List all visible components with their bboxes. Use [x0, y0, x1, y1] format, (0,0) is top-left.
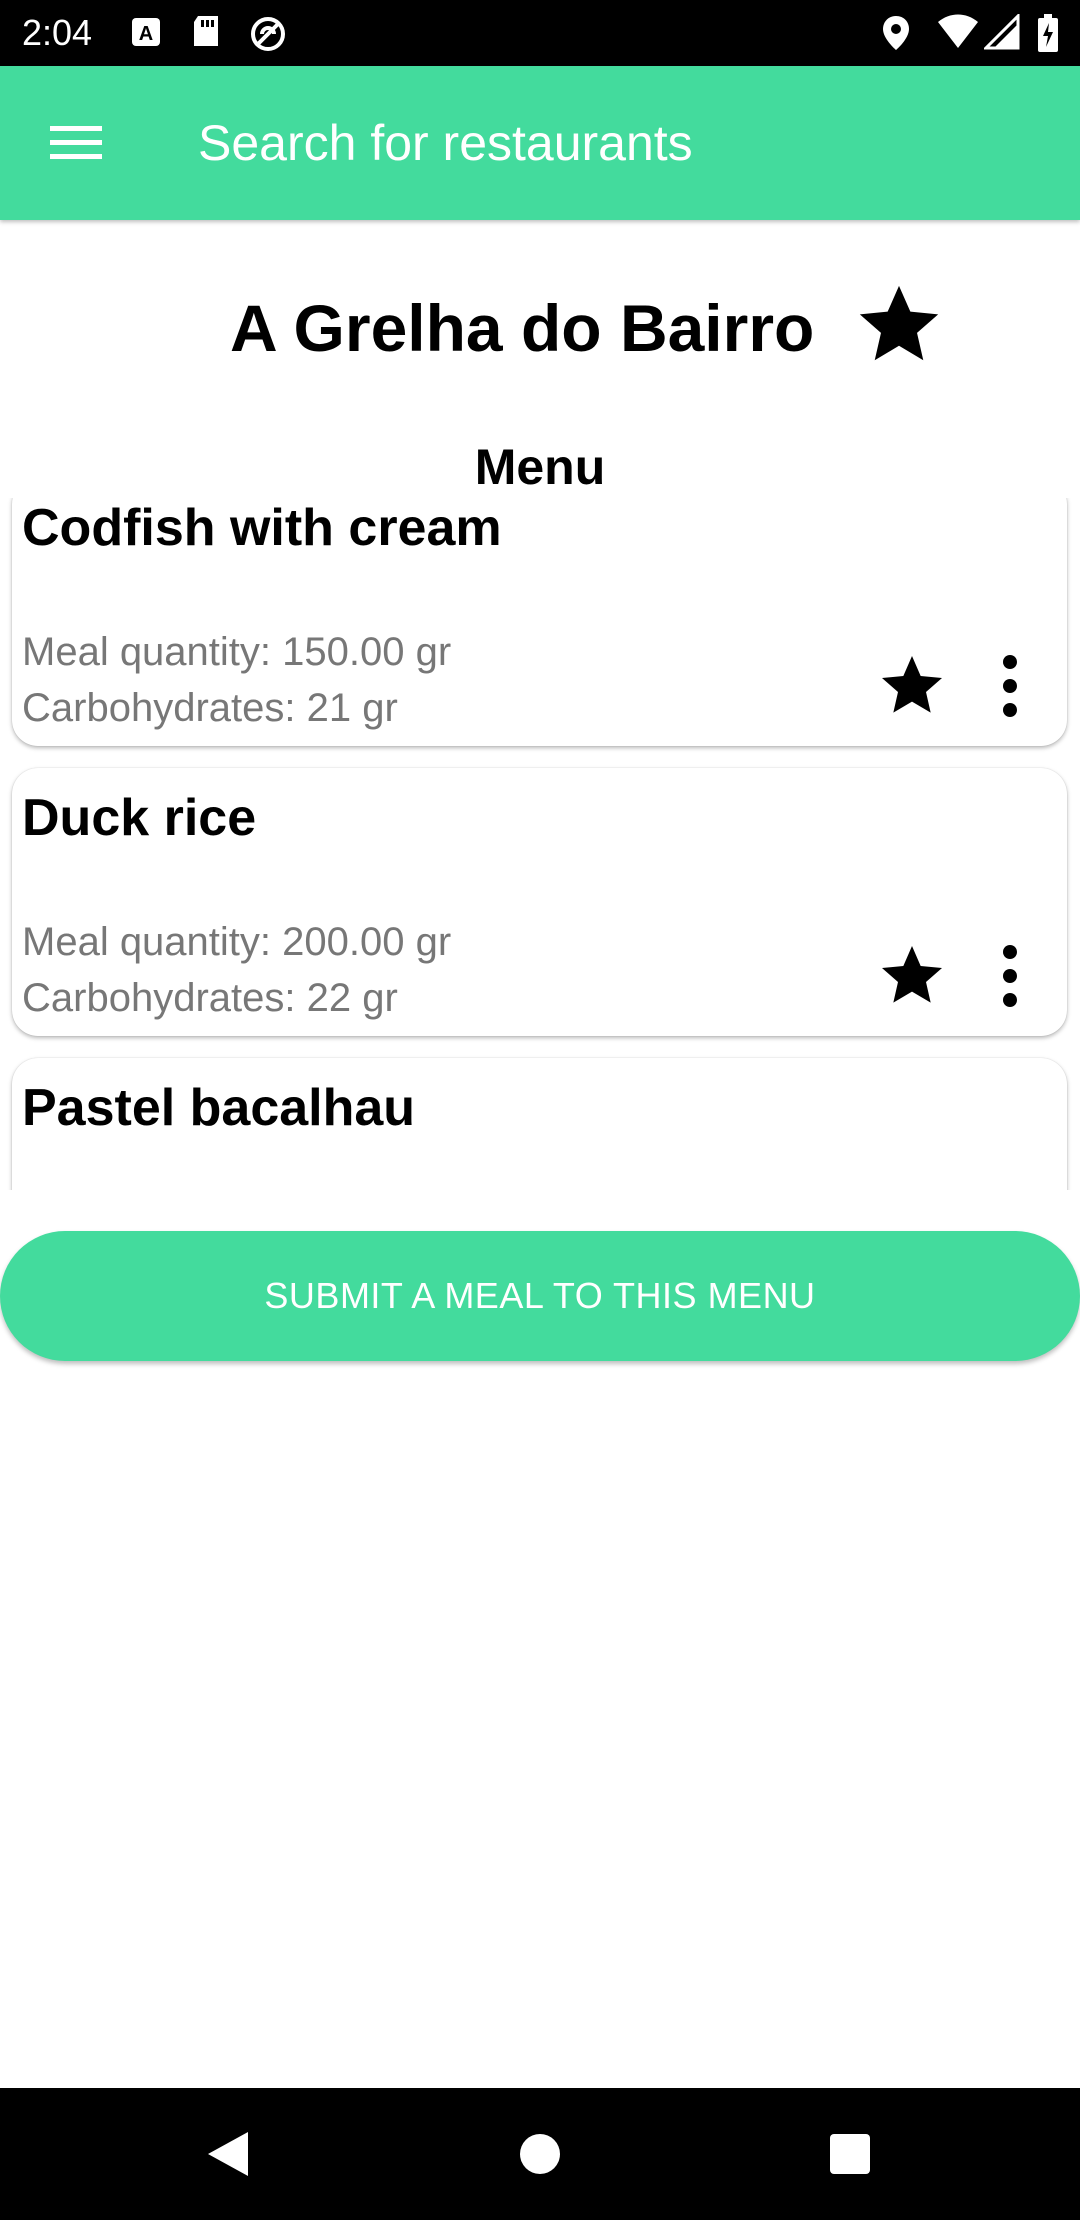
menu-heading: Menu [474, 439, 606, 495]
meal-favorite-button[interactable] [872, 936, 952, 1016]
recents-button[interactable] [810, 2114, 890, 2194]
star-icon [882, 946, 942, 1003]
back-icon [208, 2132, 248, 2176]
meal-carbohydrates: Carbohydrates: 21 gr [22, 686, 398, 730]
recents-icon [830, 2134, 870, 2174]
app-bar: Search for restaurants [0, 66, 1080, 220]
status-bar: 2:04 A [0, 0, 1080, 66]
battery-charging-icon [1036, 14, 1060, 59]
meal-carbohydrates: Carbohydrates: 22 gr [22, 976, 398, 1020]
meal-list[interactable]: Codfish with cream Meal quantity: 150.00… [0, 498, 1080, 1190]
navigation-bar [0, 2088, 1080, 2220]
svg-text:A: A [139, 23, 153, 45]
hamburger-menu-icon [50, 126, 102, 159]
meal-card[interactable]: Duck rice Meal quantity: 200.00 gr Carbo… [12, 768, 1067, 1036]
meal-name: Duck rice [22, 789, 257, 847]
wifi-icon [936, 14, 980, 55]
home-button[interactable] [500, 2114, 580, 2194]
meal-more-options-button[interactable] [980, 936, 1040, 1016]
meal-name: Codfish with cream [22, 499, 502, 557]
meal-quantity: Meal quantity: 200.00 gr [22, 920, 452, 964]
search-restaurants-title[interactable]: Search for restaurants [198, 112, 693, 174]
font-icon: A [130, 14, 162, 55]
meal-card[interactable]: Codfish with cream Meal quantity: 150.00… [12, 498, 1067, 746]
restaurant-name: A Grelha do Bairro [230, 291, 815, 365]
sd-card-icon [190, 14, 222, 55]
home-icon [520, 2134, 560, 2174]
sync-icon [248, 14, 288, 59]
signal-icon [982, 12, 1020, 55]
meal-quantity: Meal quantity: 150.00 gr [22, 630, 452, 674]
hamburger-menu-button[interactable] [30, 106, 122, 180]
meal-name: Pastel bacalhau [22, 1079, 416, 1137]
meal-more-options-button[interactable] [980, 646, 1040, 726]
star-icon [882, 656, 942, 713]
restaurant-favorite-button[interactable] [852, 278, 946, 372]
restaurant-header: A Grelha do Bairro [0, 270, 1080, 380]
submit-meal-button[interactable]: SUBMIT A MEAL TO THIS MENU [0, 1231, 1080, 1361]
meal-favorite-button[interactable] [872, 646, 952, 726]
location-icon [880, 14, 912, 57]
star-icon [859, 285, 939, 361]
more-vert-icon [1003, 945, 1017, 1007]
more-vert-icon [1003, 655, 1017, 717]
back-button[interactable] [188, 2114, 268, 2194]
status-time: 2:04 [22, 12, 93, 53]
meal-card[interactable]: Pastel bacalhau [12, 1058, 1067, 1190]
